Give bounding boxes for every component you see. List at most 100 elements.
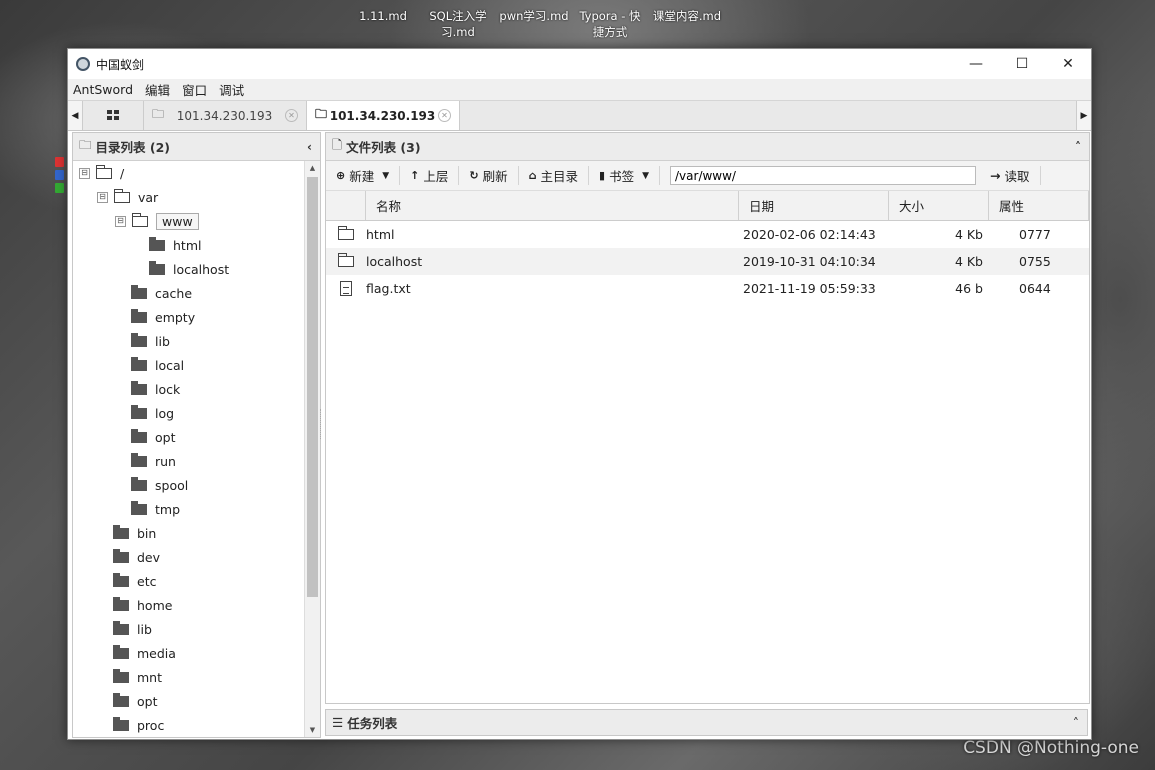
file-row[interactable]: localhost 2019-10-31 04:10:34 4 Kb 0755 — [326, 248, 1089, 275]
menu-edit[interactable]: 编辑 — [145, 80, 170, 99]
tree-node[interactable]: ⊟ www — [115, 210, 199, 232]
header-name[interactable]: 名称 — [366, 191, 739, 220]
tab-close-icon[interactable]: ✕ — [284, 109, 298, 122]
tree-node[interactable]: media — [113, 642, 176, 664]
desktop-icon-2[interactable]: SQL注入学习.md — [424, 8, 492, 40]
tree-node[interactable]: local — [131, 354, 184, 376]
collapse-toggle-icon[interactable]: ⊟ — [115, 215, 126, 227]
close-button[interactable]: ✕ — [1045, 49, 1091, 79]
tree-node-label: lib — [137, 621, 152, 637]
tree-node[interactable]: log — [131, 402, 174, 424]
file-row[interactable]: flag.txt 2021-11-19 05:59:33 46 b 0644 — [326, 275, 1089, 302]
scrollbar-thumb[interactable] — [307, 177, 318, 597]
folder-icon — [113, 548, 129, 563]
task-panel[interactable]: ☰ 任务列表 ˄ — [325, 709, 1088, 736]
tab-scroll-right-icon[interactable]: ▶ — [1076, 101, 1091, 130]
tab-scroll-left-icon[interactable]: ◀ — [68, 101, 83, 130]
tree-node[interactable]: ⊟ var — [97, 186, 158, 208]
directory-panel-title: 目录列表 (2) — [95, 140, 170, 155]
tree-node[interactable]: dev — [113, 546, 160, 568]
tab-shell-2[interactable]: 🗀 101.34.230.193 ✕ — [307, 101, 460, 130]
folder-icon — [131, 404, 147, 419]
refresh-button[interactable]: ↻ 刷新 — [459, 166, 519, 185]
desktop-icon-1[interactable]: 1.11.md — [352, 8, 414, 24]
collapse-up-icon[interactable]: ˄ — [1075, 140, 1081, 154]
home-label: 主目录 — [540, 169, 579, 184]
desktop-icon-5[interactable]: 课堂内容.md — [648, 8, 726, 24]
collapse-toggle-icon[interactable]: ⊟ — [97, 191, 108, 203]
tree-node[interactable]: ⊟ / — [79, 162, 124, 184]
path-input[interactable] — [670, 166, 977, 185]
file-name: html — [366, 227, 395, 242]
up-label: 上层 — [423, 169, 449, 184]
tree-node-label: bin — [137, 525, 157, 541]
tree-node[interactable]: lib — [113, 618, 152, 640]
up-button[interactable]: ↑ 上层 — [400, 166, 460, 185]
desktop-icon-3[interactable]: pwn学习.md — [497, 8, 571, 24]
new-button[interactable]: ⊕ 新建 ▼ — [326, 166, 401, 185]
file-size: 46 b — [955, 281, 983, 296]
tree-node[interactable]: proc — [113, 714, 164, 736]
tree-node[interactable]: home — [113, 594, 172, 616]
refresh-icon: ↻ — [469, 169, 479, 182]
tree-node[interactable]: spool — [131, 474, 188, 496]
arrow-up-icon: ↑ — [410, 169, 420, 182]
tab-shell-1[interactable]: 🗀 101.34.230.193 ✕ — [144, 101, 307, 130]
bookmark-button[interactable]: ▮ 书签 ▼ — [589, 166, 661, 185]
tree-node[interactable]: empty — [131, 306, 195, 328]
maximize-button[interactable]: ☐ — [999, 49, 1045, 79]
tree-scrollbar[interactable]: ▲ ▼ — [304, 161, 320, 737]
tree-node[interactable]: bin — [113, 522, 156, 544]
expand-up-icon[interactable]: ˄ — [1073, 715, 1079, 730]
minimize-button[interactable]: — — [953, 49, 999, 79]
tree-node[interactable]: cache — [131, 282, 192, 304]
folder-icon — [113, 716, 129, 731]
collapse-toggle-icon[interactable]: ⊟ — [79, 167, 90, 179]
new-label: 新建 — [349, 169, 375, 184]
tree-node[interactable]: lock — [131, 378, 180, 400]
title-bar[interactable]: 中国蚁剑 — ☐ ✕ — [68, 49, 1091, 79]
tree-node[interactable]: opt — [131, 426, 175, 448]
tab-home[interactable] — [83, 101, 144, 130]
file-date: 2020-02-06 02:14:43 — [743, 227, 876, 242]
menu-antsword[interactable]: AntSword — [73, 82, 133, 97]
caret-down-icon: ▼ — [642, 170, 650, 181]
tree-node[interactable]: tmp — [131, 498, 180, 520]
desktop-icon-4[interactable]: Typora - 快捷方式 — [574, 8, 646, 40]
scroll-down-icon[interactable]: ▼ — [305, 723, 320, 737]
scroll-up-icon[interactable]: ▲ — [305, 161, 320, 175]
tree-node[interactable]: mnt — [113, 666, 162, 688]
tree-node[interactable]: run — [131, 450, 176, 472]
folder-open-icon — [132, 212, 148, 227]
file-grid-header: 名称 日期 大小 属性 — [326, 191, 1089, 221]
header-attr[interactable]: 属性 — [989, 191, 1089, 220]
folder-icon — [131, 500, 147, 515]
read-button[interactable]: → 读取 — [980, 166, 1041, 185]
header-date[interactable]: 日期 — [739, 191, 889, 220]
folder-icon — [113, 596, 129, 611]
menu-window[interactable]: 窗口 — [182, 80, 207, 99]
tree-node[interactable]: localhost — [149, 258, 229, 280]
tree-node-label: opt — [155, 429, 176, 445]
collapse-left-icon[interactable]: ‹ — [307, 140, 312, 154]
tab-close-icon[interactable]: ✕ — [437, 109, 451, 122]
refresh-label: 刷新 — [482, 169, 508, 184]
file-panel: 🗋 文件列表 (3) ˄ ⊕ 新建 ▼ ↑ 上层 ↻ 刷新 ⌂ 主目录 ▮ 书签… — [325, 132, 1090, 704]
window-title: 中国蚁剑 — [96, 57, 145, 72]
desktop-icon-label: 课堂内容.md — [652, 9, 722, 23]
home-icon: ⌂ — [528, 169, 537, 182]
tree-node[interactable]: html — [149, 234, 201, 256]
tab-bar: ◀ 🗀 101.34.230.193 ✕ 🗀 101.34.230.193 ✕ … — [68, 100, 1091, 131]
grid-icon — [107, 110, 119, 120]
file-name: flag.txt — [366, 281, 411, 296]
file-row[interactable]: html 2020-02-06 02:14:43 4 Kb 0777 — [326, 221, 1089, 248]
tree-node[interactable]: etc — [113, 570, 156, 592]
header-size[interactable]: 大小 — [889, 191, 989, 220]
folder-icon — [131, 356, 147, 371]
tree-node-label: lock — [155, 381, 181, 397]
tree-node[interactable]: opt — [113, 690, 157, 712]
home-button[interactable]: ⌂ 主目录 — [519, 166, 590, 185]
menu-debug[interactable]: 调试 — [219, 80, 244, 99]
tree-node-label: html — [173, 237, 202, 253]
tree-node[interactable]: lib — [131, 330, 170, 352]
